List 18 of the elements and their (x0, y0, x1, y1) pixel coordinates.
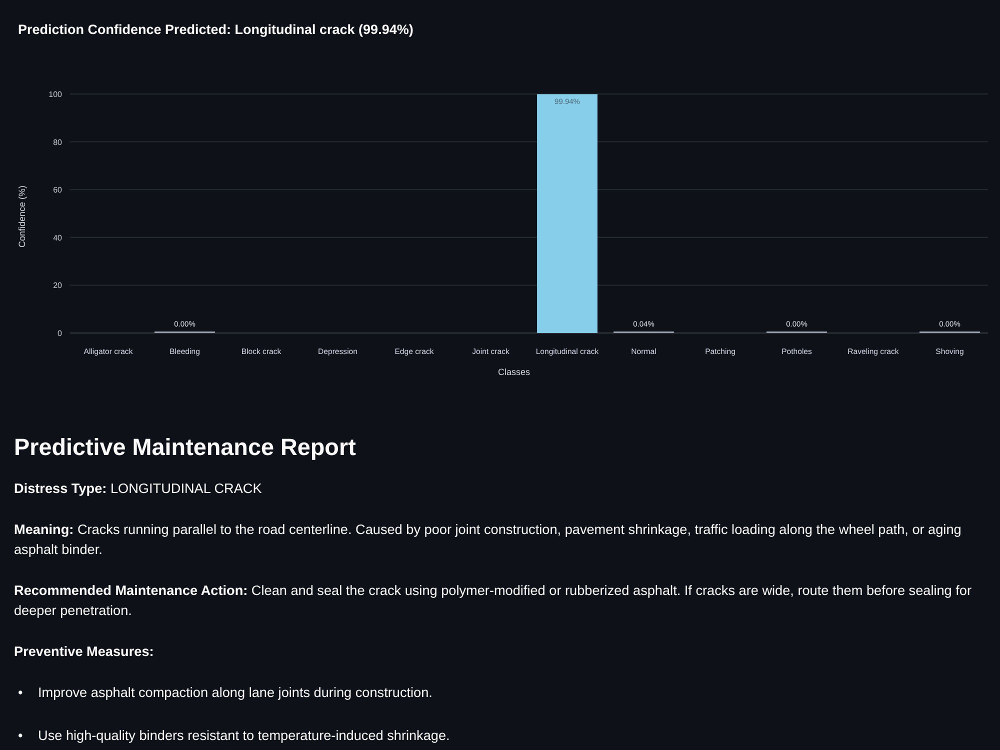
report-paragraph: Distress Type: LONGITUDINAL CRACK (14, 480, 263, 498)
y-tick-label: 40 (53, 233, 62, 242)
report-paragraph: Recommended Maintenance Action: Clean and seal the crack using polymer-modified or rubberized asphalt. If cracks are wide, route them before sealing for deeper penetration. (14, 582, 973, 620)
y-tick-label: 0 (58, 329, 62, 338)
chart-title: Prediction Confidence Predicted: Longitudinal crack (99.94%) (18, 21, 414, 39)
y-tick-label: 20 (53, 281, 62, 290)
list-item-text: Improve asphalt compaction along lane joints during construction. (38, 684, 432, 702)
section-label: Preventive Measures: (14, 643, 154, 661)
report-paragraph: Meaning: Cracks running parallel to the road centerline. Caused by poor joint construction, pavement shrinkage, traffic loading along the wheel path, or aging asphalt binder. (14, 521, 962, 559)
y-tick-label: 100 (48, 90, 62, 99)
list-item-text: Use high-quality binders resistant to temperature-induced shrinkage. (38, 727, 450, 745)
y-axis-title: Confidence (%) (17, 185, 27, 248)
bullet-point: • (18, 727, 23, 745)
x-axis-title: Classes (498, 367, 530, 377)
bullet-point: • (18, 684, 23, 702)
y-tick-label: 60 (53, 186, 62, 195)
y-tick-label: 80 (53, 138, 62, 147)
report-heading: Predictive Maintenance Report (14, 433, 356, 461)
